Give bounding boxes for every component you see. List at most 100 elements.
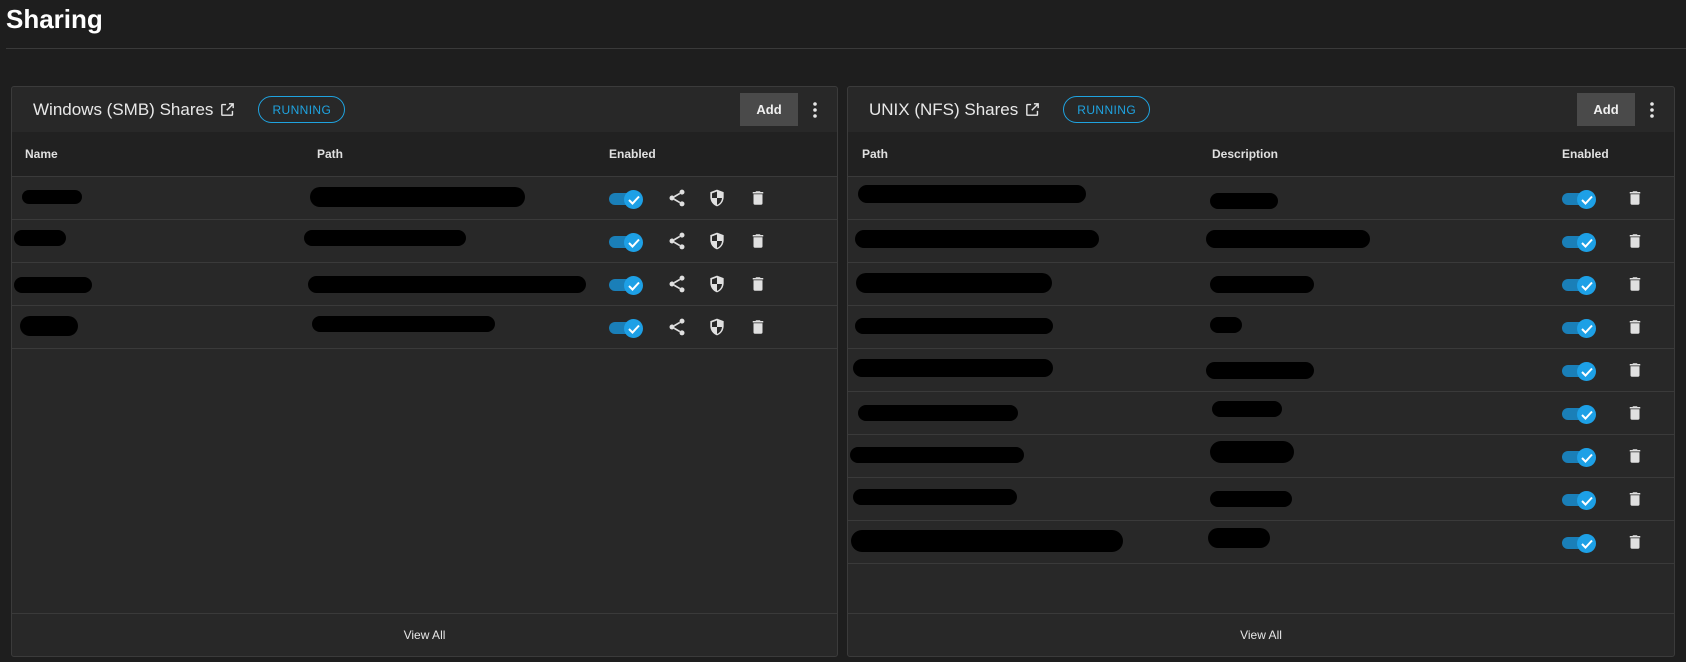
smb-add-button[interactable]: Add [740,93,798,126]
table-row [848,392,1674,435]
redacted-name [14,230,66,246]
smb-table-header: Name Path Enabled [12,132,837,177]
more-vert-icon[interactable] [1635,93,1669,126]
check-icon [624,319,643,338]
redacted-path [853,489,1017,505]
title-divider [6,48,1686,49]
nfs-table-header: Path Description Enabled [848,132,1674,177]
enabled-toggle[interactable] [1562,276,1596,295]
redacted-path [312,316,495,332]
redacted-path [858,405,1018,421]
redacted-name [20,316,78,336]
check-icon [1577,362,1596,381]
share-icon[interactable] [666,273,688,295]
shield-icon[interactable] [706,187,728,209]
redacted-description [1206,362,1314,379]
enabled-toggle[interactable] [609,319,643,338]
column-header-description[interactable]: Description [1212,147,1278,161]
table-row [12,220,837,263]
trash-icon[interactable] [1624,445,1646,467]
trash-icon[interactable] [1624,273,1646,295]
table-row [848,306,1674,349]
redacted-description [1210,276,1314,293]
check-icon [624,190,643,209]
share-icon[interactable] [666,316,688,338]
page-title: Sharing [6,4,103,34]
redacted-path [856,273,1052,293]
trash-icon[interactable] [1624,316,1646,338]
nfs-status-badge[interactable]: RUNNING [1063,96,1151,123]
redacted-path [304,230,466,246]
enabled-toggle[interactable] [1562,319,1596,338]
table-row [848,263,1674,306]
redacted-path [310,187,525,207]
redacted-path [855,230,1099,248]
trash-icon[interactable] [1624,230,1646,252]
redacted-path [855,318,1053,334]
redacted-description [1212,401,1282,417]
trash-icon[interactable] [747,316,769,338]
smb-shares-card: Windows (SMB) Shares RUNNING Add Name Pa… [11,86,838,657]
redacted-path [853,359,1053,377]
external-link-icon[interactable] [219,101,236,118]
redacted-description [1208,528,1270,548]
trash-icon[interactable] [747,187,769,209]
table-row [12,306,837,349]
share-icon[interactable] [666,187,688,209]
enabled-toggle[interactable] [1562,491,1596,510]
shield-icon[interactable] [706,273,728,295]
redacted-name [22,190,82,204]
column-header-path[interactable]: Path [862,147,888,161]
column-header-enabled[interactable]: Enabled [1562,147,1609,161]
column-header-enabled[interactable]: Enabled [609,147,656,161]
smb-view-all-link[interactable]: View All [404,628,446,642]
check-icon [1577,319,1596,338]
table-row [848,349,1674,392]
column-header-name[interactable]: Name [25,147,58,161]
trash-icon[interactable] [747,273,769,295]
enabled-toggle[interactable] [609,276,643,295]
check-icon [1577,233,1596,252]
nfs-shares-card: UNIX (NFS) Shares RUNNING Add Path Descr… [847,86,1675,657]
enabled-toggle[interactable] [1562,233,1596,252]
nfs-view-all-link[interactable]: View All [1240,628,1282,642]
check-icon [624,276,643,295]
share-icon[interactable] [666,230,688,252]
enabled-toggle[interactable] [1562,362,1596,381]
trash-icon[interactable] [747,230,769,252]
redacted-description [1206,230,1370,248]
redacted-description [1210,317,1242,333]
enabled-toggle[interactable] [1562,405,1596,424]
nfs-add-button[interactable]: Add [1577,93,1635,126]
column-header-path[interactable]: Path [317,147,343,161]
trash-icon[interactable] [1624,488,1646,510]
enabled-toggle[interactable] [609,190,643,209]
trash-icon[interactable] [1624,359,1646,381]
enabled-toggle[interactable] [1562,448,1596,467]
shield-icon[interactable] [706,230,728,252]
external-link-icon[interactable] [1024,101,1041,118]
table-row [848,220,1674,263]
smb-status-badge[interactable]: RUNNING [258,96,346,123]
nfs-card-header: UNIX (NFS) Shares RUNNING Add [848,87,1674,132]
nfs-card-footer: View All [848,613,1674,656]
check-icon [1577,448,1596,467]
smb-card-title: Windows (SMB) Shares [33,99,214,119]
check-icon [1577,491,1596,510]
more-vert-icon[interactable] [798,93,832,126]
smb-card-header: Windows (SMB) Shares RUNNING Add [12,87,837,132]
table-row [12,177,837,220]
trash-icon[interactable] [1624,187,1646,209]
redacted-description [1210,441,1294,463]
enabled-toggle[interactable] [609,233,643,252]
trash-icon[interactable] [1624,402,1646,424]
enabled-toggle[interactable] [1562,190,1596,209]
table-row [12,263,837,306]
table-row [848,435,1674,478]
enabled-toggle[interactable] [1562,534,1596,553]
check-icon [1577,190,1596,209]
redacted-path [850,447,1024,463]
trash-icon[interactable] [1624,531,1646,553]
shield-icon[interactable] [706,316,728,338]
check-icon [624,233,643,252]
